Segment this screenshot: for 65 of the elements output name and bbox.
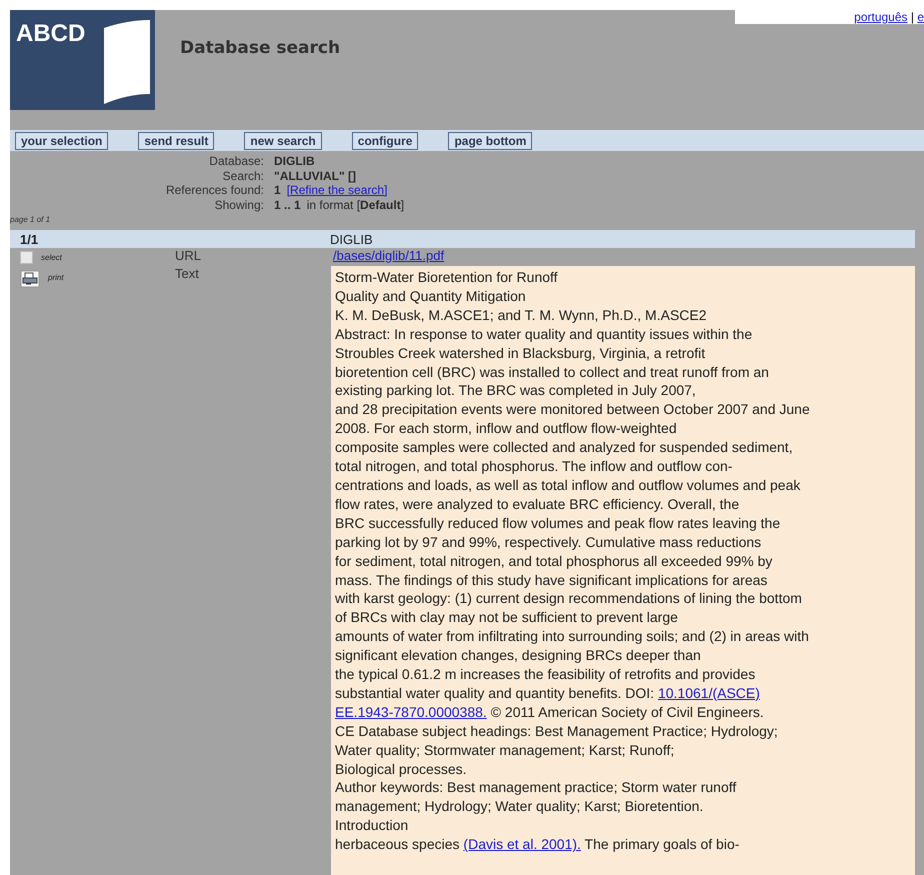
info-label: References found: — [164, 183, 264, 198]
text-line: Quality and Quantity Mitigation — [335, 288, 526, 304]
select-label: select — [41, 252, 62, 262]
toolbar-button[interactable]: new search — [244, 132, 322, 150]
text-line: flow rates, were analyzed to evaluate BRC efficiency. Overall, the — [335, 496, 740, 512]
text-line: management; Hydrology; Water quality; Karst; Bioretention. — [335, 798, 704, 814]
text-line: of BRCs with clay may not be sufficient to prevent large — [335, 609, 678, 626]
text-line: and 28 precipitation events were monitored between October 2007 and June — [335, 401, 810, 418]
text-line: composite samples were collected and analyzed for suspended sediment, — [335, 439, 793, 456]
text-line: existing parking lot. The BRC was completed in July 2007, — [335, 382, 696, 398]
info-value: in format [Default] — [306, 198, 404, 212]
record-position: 1/1 — [19, 232, 40, 246]
text-line: The primary goals of bio- — [584, 836, 740, 852]
print-label: print — [48, 273, 64, 282]
language-separator: | — [910, 10, 915, 24]
print-icon[interactable] — [20, 270, 40, 288]
info-value: DIGLIB — [274, 154, 315, 168]
info-value: "ALLUVIAL" [] — [274, 168, 356, 183]
text-line: total nitrogen, and total phosphorus. The inflow and outflow con- — [335, 458, 732, 474]
doi-link[interactable]: EE.1943-7870.0000388. — [335, 704, 487, 720]
toolbar-button[interactable]: send result — [138, 132, 214, 150]
text-line: amounts of water from infiltrating into surrounding soils; and (2) in areas with — [335, 628, 809, 644]
text-line: Biological processes. — [335, 760, 467, 777]
select-checkbox[interactable] — [20, 250, 33, 264]
toolbar-button[interactable]: page bottom — [448, 132, 532, 150]
info-value: 1 .. 1 — [274, 198, 301, 212]
language-link[interactable]: português — [854, 10, 908, 24]
text-line: Abstract: In response to water quality and quantity issues within the — [335, 326, 752, 342]
text-line: bioretention cell (BRC) was installed to collect and treat runoff from an — [335, 364, 769, 380]
toolbar-button[interactable]: your selection — [15, 132, 108, 150]
database-name: DIGLIB — [330, 232, 373, 246]
text-line: BRC successfully reduced flow volumes and peak flow rates leaving the — [335, 514, 780, 531]
doi-link[interactable]: 10.1061/(ASCE) — [658, 684, 760, 701]
text-line: herbaceous species — [335, 836, 461, 852]
info-value: 1 — [274, 183, 281, 198]
text-line: © 2011 American Society of Civil Engineers. — [490, 704, 764, 720]
text-line: Stroubles Creek watershed in Blacksburg, Virginia, a retrofit — [335, 344, 706, 361]
page-info: page 1 of 1 — [10, 215, 52, 225]
text-line: Introduction — [335, 817, 408, 834]
abcd-logo: ABCD — [10, 10, 155, 110]
text-line: the typical 0.61.2 m increases the feasibility of retrofits and provides — [335, 666, 756, 682]
doi-link[interactable]: (Davis et al. 2001). — [463, 836, 581, 852]
text-line: Water quality; Stormwater management; Karst; Runoff; — [335, 742, 674, 758]
language-link[interactable]: e — [917, 10, 924, 24]
info-label: Database: — [208, 154, 264, 168]
text-line: 2008. For each storm, inflow and outflow flow-weighted — [335, 420, 677, 436]
refine-link[interactable]: [Refine the search] — [286, 183, 388, 198]
text-line: centrations and loads, as well as total inflow and outflow volumes and peak — [335, 476, 800, 493]
text-line: with karst geology: (1) current design recommendations of lining the bottom — [335, 590, 802, 606]
text-line: significant elevation changes, designing BRCs deeper than — [335, 647, 701, 664]
text-line: Author keywords: Best management practice; Storm water runoff — [335, 779, 736, 796]
text-line: K. M. DeBusk, M.ASCE1; and T. M. Wynn, Ph.D., M.ASCE2 — [335, 306, 707, 323]
text-line: Storm-Water Bioretention for Runoff — [335, 269, 558, 285]
toolbar-button[interactable]: configure — [352, 132, 418, 150]
text-line: for sediment, total nitrogen, and total phosphorus all exceeded 99% by — [335, 552, 772, 569]
page-title: Database search — [180, 38, 340, 60]
text-line: parking lot by 97 and 99%, respectively. Cumulative mass reductions — [335, 534, 762, 550]
info-label: Search: — [222, 168, 264, 183]
text-line: mass. The findings of this study have significant implications for areas — [335, 572, 768, 588]
info-label: Showing: — [214, 198, 264, 212]
text-line: substantial water quality and quantity benefits. DOI: — [335, 684, 656, 701]
field-label: Text — [174, 266, 200, 283]
pdf-link[interactable]: /bases/diglib/11.pdf — [333, 248, 444, 266]
text-line: CE Database subject headings: Best Management Practice; Hydrology; — [335, 722, 778, 739]
field-label: URL — [174, 248, 202, 265]
